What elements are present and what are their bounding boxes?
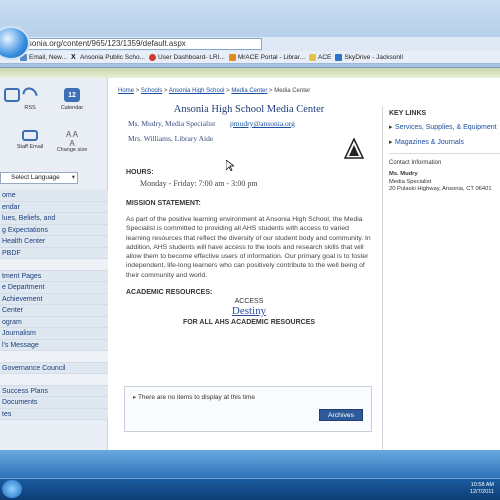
- nav-item[interactable]: tment Pages: [0, 270, 108, 282]
- cloud-icon: [335, 53, 343, 61]
- mission-heading: MISSION STATEMENT:: [126, 200, 201, 207]
- left-sidebar: RSS 12 Calendar Staff Email A A A Change…: [0, 78, 108, 450]
- nav-item[interactable]: ome: [0, 190, 108, 202]
- nav-item[interactable]: tes: [0, 408, 108, 420]
- calendar-link[interactable]: 12 Calendar: [54, 88, 90, 111]
- breadcrumb-school[interactable]: Ansonia High School: [169, 88, 225, 94]
- circle-icon: [148, 53, 156, 61]
- rss-icon: [19, 84, 41, 106]
- nav-item[interactable]: Governance Council: [0, 362, 108, 374]
- web-page: RSS 12 Calendar Staff Email A A A Change…: [0, 68, 500, 450]
- academic-heading: ACADEMIC RESOURCES:: [126, 289, 213, 297]
- staff-line-1: Ms. Mudry, Media Specialist pmudry@anson…: [128, 118, 295, 130]
- main-content: Home > Schools > Ansonia High School > M…: [118, 88, 380, 326]
- nav-item[interactable]: Documents: [0, 397, 108, 409]
- staff-line-2: Mrs. Williams, Library Aide: [128, 134, 214, 143]
- breadcrumb-current: Media Center: [274, 88, 311, 94]
- mission-text: As part of the positive learning environ…: [126, 216, 371, 279]
- language-select[interactable]: Select Language: [0, 172, 78, 184]
- folder-icon: [309, 53, 317, 61]
- x-icon: X: [70, 53, 76, 61]
- staff-email-link[interactable]: pmudry@ansonia.org: [230, 118, 295, 130]
- nav-item[interactable]: Health Center: [0, 236, 108, 248]
- bookmarks-bar: Email, New... X Ansonia Public Scho... Us…: [0, 51, 500, 64]
- access-label: ACCESS: [234, 298, 264, 306]
- mouse-cursor-icon: [226, 160, 234, 171]
- nav-item[interactable]: PBDF: [0, 247, 108, 259]
- news-box: There are no items to display at this ti…: [124, 386, 372, 432]
- bookmark-skydrive[interactable]: SkyDrive - Jacksonll: [335, 53, 403, 61]
- destiny-link[interactable]: Destiny: [118, 305, 380, 317]
- key-link-services[interactable]: Services, Supplies, & Equipment: [389, 123, 500, 132]
- url-input[interactable]: ansonia.org/content/965/123/1359/default…: [12, 38, 262, 50]
- page-title: Ansonia High School Media Center: [173, 104, 325, 115]
- divider: [389, 153, 500, 154]
- nav-item[interactable]: Journalism: [0, 328, 108, 340]
- nav-item[interactable]: lues, Beliefs, and: [0, 213, 108, 225]
- hours-heading: HOURS:: [126, 169, 154, 176]
- start-button[interactable]: [2, 480, 22, 498]
- mail-icon: [22, 130, 38, 141]
- right-column: KEY LINKS Services, Supplies, & Equipmen…: [382, 106, 500, 450]
- bookmark-user-dashboard[interactable]: User Dashboard- LRI...: [148, 53, 225, 61]
- nav-item[interactable]: g Expectations: [0, 224, 108, 236]
- contact-heading: Contact Information: [389, 160, 442, 166]
- calendar-icon: 12: [64, 88, 80, 102]
- nav-item[interactable]: e Department: [0, 282, 108, 294]
- nav-spacer: [0, 259, 108, 271]
- bookmark-mrace-portal[interactable]: MrACE Portal - Librar...: [228, 53, 305, 61]
- breadcrumb-home[interactable]: Home: [118, 88, 134, 94]
- hours-text: Monday - Friday: 7:00 am - 3:00 pm: [140, 179, 258, 188]
- bookmark-email[interactable]: Email, New...: [20, 53, 67, 61]
- school-logo-icon: [344, 138, 364, 159]
- page-icon: [228, 53, 236, 61]
- nav-spacer: [0, 374, 108, 386]
- for-all-label: FOR ALL AHS ACADEMIC RESOURCES: [182, 319, 316, 327]
- news-empty-text: There are no items to display at this ti…: [133, 393, 255, 401]
- nav-item[interactable]: Success Plans: [0, 385, 108, 397]
- contact-info: Ms. Mudry Media Specialist 20 Pulaski Hi…: [389, 171, 492, 192]
- nav-spacer: [0, 351, 108, 363]
- sidebar-nav: ome endar lues, Beliefs, and g Expectati…: [0, 190, 108, 420]
- nav-item[interactable]: ogram: [0, 316, 108, 328]
- change-size-link[interactable]: A A A Change size: [54, 130, 90, 153]
- text-size-icon: A A A: [65, 130, 78, 148]
- key-link-magazines[interactable]: Magazines & Journals: [389, 138, 500, 147]
- nav-item[interactable]: endar: [0, 201, 108, 213]
- site-header-strip: [0, 68, 500, 78]
- nav-item[interactable]: l's Message: [0, 339, 108, 351]
- breadcrumb-media[interactable]: Media Center: [231, 88, 267, 94]
- taskbar: [0, 478, 500, 500]
- bookmark-ansonia[interactable]: X Ansonia Public Scho...: [71, 54, 145, 61]
- archives-button[interactable]: Archives: [319, 409, 363, 421]
- bookmark-ace[interactable]: ACE: [309, 53, 331, 61]
- key-links-heading: KEY LINKS: [389, 110, 427, 117]
- breadcrumb: Home > Schools > Ansonia High School > M…: [118, 88, 311, 94]
- breadcrumb-schools[interactable]: Schools: [141, 88, 162, 94]
- rss-link[interactable]: RSS: [12, 84, 48, 111]
- nav-item[interactable]: Achievement: [0, 293, 108, 305]
- nav-item[interactable]: Center: [0, 305, 108, 317]
- staff-email-link[interactable]: Staff Email: [12, 130, 48, 150]
- system-clock[interactable]: 10:58 AM 12/7/2011: [470, 482, 494, 496]
